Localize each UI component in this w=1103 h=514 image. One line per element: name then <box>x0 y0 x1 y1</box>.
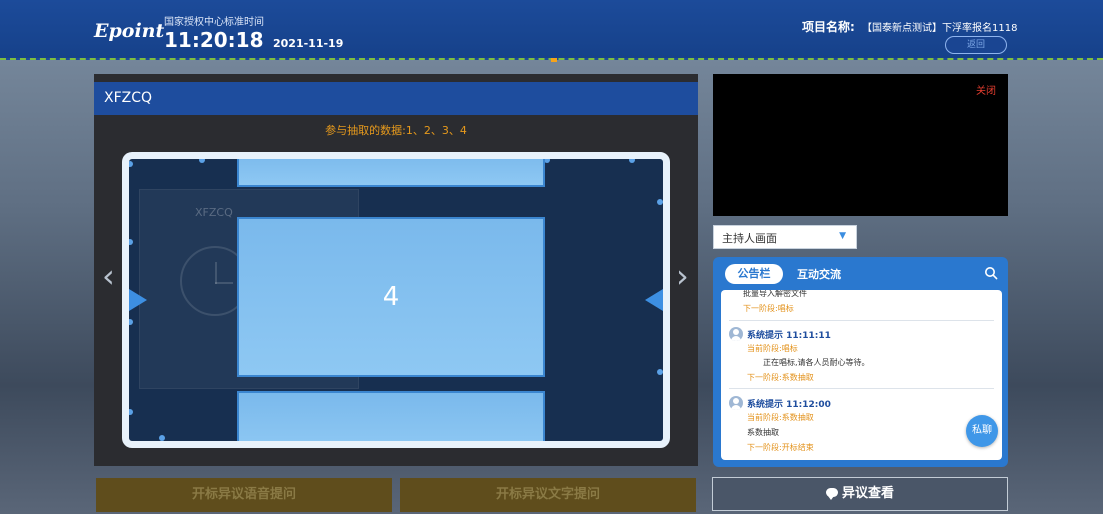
draw-info: 参与抽取的数据:1、2、3、4 <box>325 124 467 137</box>
host-view-value: 主持人画面 <box>722 232 777 245</box>
tab-interaction[interactable]: 互动交流 <box>797 266 841 282</box>
tab-bulletin[interactable]: 公告栏 <box>725 264 783 284</box>
message-text: 正在唱标,请各人员耐心等待。 <box>763 358 870 367</box>
number-card-current: 4 <box>237 217 545 377</box>
message-title: 系统提示 11:11:11 <box>747 331 831 341</box>
message-divider <box>729 320 994 321</box>
top-header: Epoint 国家授权中心标准时间 11:20:18 2021-11-19 项目… <box>0 0 1103 62</box>
frame-light <box>629 159 635 163</box>
voice-objection-button[interactable]: 开标异议语音提问 <box>96 478 392 512</box>
next-arrow-button[interactable]: › <box>676 256 689 296</box>
prev-arrow-button[interactable]: ‹ <box>102 256 115 296</box>
message-next-stage: 下一阶段:唱标 <box>743 304 794 313</box>
frame-light <box>657 199 663 205</box>
project-label: 项目名称: <box>802 20 855 34</box>
message-list[interactable]: 批量导入解密文件 下一阶段:唱标 系统提示 11:11:11 当前阶段:唱标 正… <box>721 290 1002 460</box>
frame-light <box>159 435 165 441</box>
frame-light <box>129 161 133 167</box>
message-stage: 当前阶段:唱标 <box>747 344 798 353</box>
message-next-stage: 下一阶段:系数抽取 <box>747 373 814 382</box>
message-text: 批量导入解密文件 <box>743 290 807 298</box>
arrow-left-icon <box>129 289 147 311</box>
frame-light <box>129 409 133 415</box>
objection-view-label: 异议查看 <box>841 486 894 501</box>
draw-panel: XFZCQ 参与抽取的数据:1、2、3、4 XFZCQ 4 <box>94 74 698 466</box>
lottery-frame: XFZCQ 4 <box>122 152 670 448</box>
video-close-button[interactable]: 关闭 <box>976 82 996 97</box>
number-card-next <box>237 391 545 441</box>
message-stage: 当前阶段:系数抽取 <box>747 413 814 422</box>
text-objection-button[interactable]: 开标异议文字提问 <box>400 478 696 512</box>
ghost-label: XFZCQ <box>195 206 233 219</box>
message-text: 系数抽取 <box>747 428 779 437</box>
host-view-select[interactable]: 主持人画面 ▼ <box>713 225 857 249</box>
project-name: 【国泰新点测试】下浮率报名1118 <box>862 23 1018 34</box>
notice-panel: 公告栏 互动交流 批量导入解密文件 下一阶段:唱标 系统提示 11:11:11 … <box>713 257 1008 467</box>
chat-bubble-icon <box>825 488 838 500</box>
current-time: 11:20:18 <box>164 28 264 52</box>
message-next-stage: 下一阶段:开标结束 <box>747 443 814 452</box>
frame-light <box>129 319 133 325</box>
clock-hand <box>215 282 233 284</box>
current-date: 2021-11-19 <box>273 37 344 50</box>
frame-light <box>199 159 205 163</box>
back-button[interactable]: 返回 <box>945 36 1007 54</box>
number-card-prev <box>237 159 545 187</box>
message-divider <box>729 388 994 389</box>
chevron-down-icon: ▼ <box>839 231 846 241</box>
arrow-right-icon <box>645 289 663 311</box>
current-number: 4 <box>382 282 400 312</box>
time-label: 国家授权中心标准时间 <box>164 17 264 28</box>
user-avatar-icon <box>729 327 743 341</box>
search-icon[interactable] <box>984 266 998 280</box>
clock-hand <box>215 262 217 284</box>
message-title: 系统提示 11:12:00 <box>747 400 831 410</box>
epoint-logo: Epoint <box>94 20 165 42</box>
video-panel: 关闭 <box>713 74 1008 216</box>
frame-light <box>129 239 133 245</box>
header-marker <box>551 58 557 62</box>
frame-light <box>657 369 663 375</box>
user-avatar-icon <box>729 396 743 410</box>
objection-view-button[interactable]: 异议查看 <box>712 477 1008 511</box>
panel-title: XFZCQ <box>94 82 698 115</box>
private-chat-button[interactable]: 私聊 <box>966 415 998 447</box>
